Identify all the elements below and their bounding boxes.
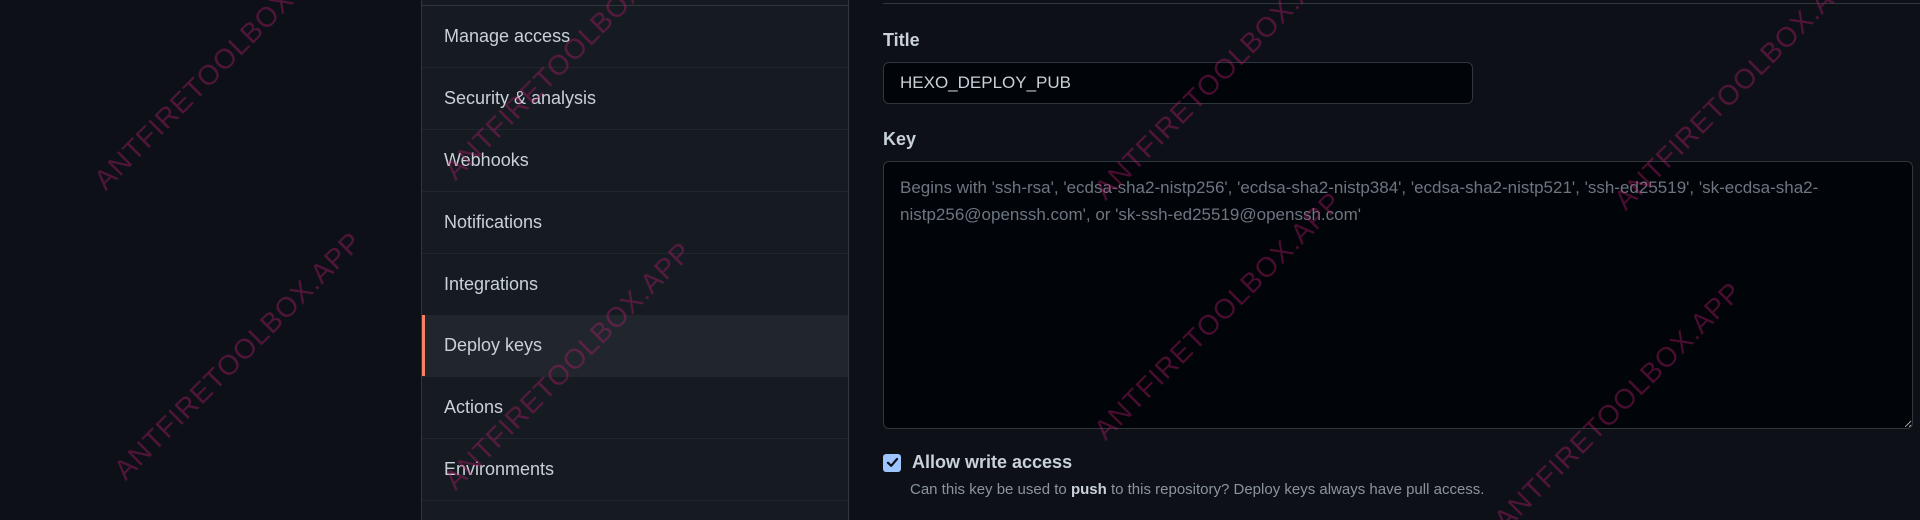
- help-text-prefix: Can this key be used to: [910, 481, 1071, 498]
- sidebar-item-label: Manage access: [444, 26, 571, 46]
- sidebar-item-label: Integrations: [444, 274, 539, 294]
- sidebar-item-manage-access[interactable]: Manage access: [422, 6, 848, 68]
- title-label: Title: [883, 30, 920, 50]
- allow-write-access-help: Can this key be used to push to this rep…: [910, 481, 1484, 498]
- sidebar-item-notifications[interactable]: Notifications: [422, 192, 848, 254]
- allow-write-access-label: Allow write access: [912, 452, 1073, 472]
- sidebar-item-label: Environments: [444, 459, 555, 479]
- help-text-suffix: to this repository? Deploy keys always h…: [1106, 481, 1485, 498]
- deploy-keys-settings-page: Manage access Security & analysis Webhoo…: [0, 0, 1920, 520]
- sidebar-item-deploy-keys[interactable]: Deploy keys: [422, 315, 848, 377]
- sidebar-item-label: Actions: [444, 397, 504, 417]
- sidebar-item-label: Deploy keys: [444, 335, 543, 355]
- key-textarea[interactable]: [883, 161, 1913, 429]
- help-text-push: push: [1070, 481, 1107, 498]
- left-gutter: [0, 0, 421, 520]
- sidebar-item-integrations[interactable]: Integrations: [422, 254, 848, 316]
- checkmark-icon: [886, 457, 898, 467]
- settings-sidebar: Manage access Security & analysis Webhoo…: [421, 0, 849, 520]
- sidebar-item-label: Webhooks: [444, 150, 529, 170]
- form-top-divider: [883, 3, 1920, 4]
- key-label: Key: [883, 129, 917, 149]
- deploy-key-form: Title Key Allow write access Can this ke…: [849, 0, 1920, 520]
- sidebar-item-label: Security & analysis: [444, 88, 597, 108]
- title-input[interactable]: [883, 62, 1473, 104]
- sidebar-item-environments[interactable]: Environments: [422, 439, 848, 501]
- sidebar-item-webhooks[interactable]: Webhooks: [422, 130, 848, 192]
- sidebar-item-security-analysis[interactable]: Security & analysis: [422, 68, 848, 130]
- sidebar-item-actions[interactable]: Actions: [422, 377, 848, 439]
- allow-write-access-row[interactable]: Allow write access: [883, 452, 1072, 473]
- sidebar-item-label: Notifications: [444, 212, 543, 232]
- allow-write-access-checkbox[interactable]: [883, 453, 901, 472]
